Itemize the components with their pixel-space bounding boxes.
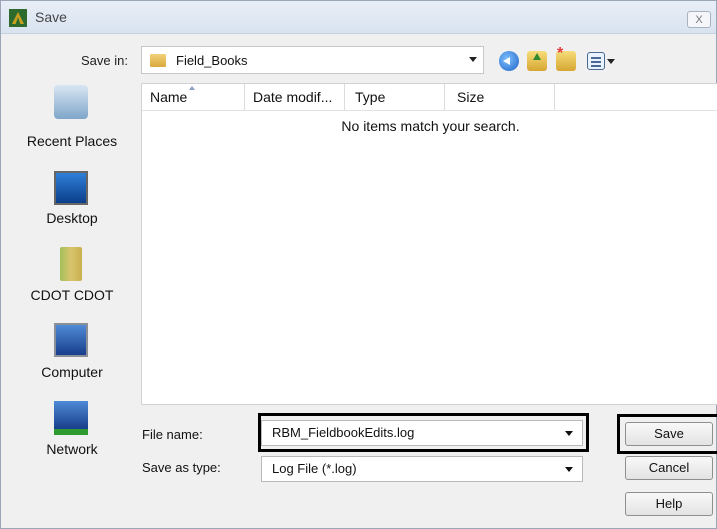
column-header-name[interactable]: Name (142, 84, 245, 110)
place-computer[interactable]: Computer (9, 323, 135, 393)
folder-icon (150, 54, 166, 67)
desktop-icon (54, 171, 88, 205)
up-folder-icon[interactable] (527, 51, 547, 71)
save-as-type-value: Log File (*.log) (272, 461, 357, 476)
file-list[interactable]: Name Date modif... Type Size No items ma… (141, 83, 717, 405)
place-network[interactable]: Network (9, 401, 135, 471)
help-button[interactable]: Help (625, 492, 713, 516)
recent-places-icon (54, 85, 88, 119)
back-icon[interactable] (499, 51, 519, 71)
network-icon (54, 401, 88, 435)
place-user-folder[interactable]: CDOT CDOT (9, 247, 135, 317)
views-menu-icon[interactable] (587, 52, 605, 70)
place-label: Network (46, 441, 98, 457)
cancel-button[interactable]: Cancel (625, 456, 713, 480)
dialog-title: Save (35, 9, 67, 25)
place-label: Computer (41, 364, 103, 380)
computer-icon (54, 323, 88, 357)
chevron-down-icon[interactable] (607, 59, 615, 64)
empty-message: No items match your search. (341, 118, 520, 134)
save-as-type-dropdown[interactable]: Log File (*.log) (261, 456, 583, 482)
chevron-down-icon (469, 57, 477, 62)
sort-ascending-icon (189, 86, 195, 90)
place-label: CDOT CDOT (30, 287, 114, 303)
column-header-type[interactable]: Type (345, 84, 445, 110)
place-desktop[interactable]: Desktop (9, 171, 135, 241)
new-folder-icon[interactable] (556, 45, 576, 71)
column-header-size[interactable]: Size (445, 84, 555, 110)
file-name-input[interactable]: RBM_FieldbookEdits.log (261, 420, 583, 446)
title-bar: Save X (1, 1, 716, 34)
save-in-label: Save in: (81, 53, 128, 68)
user-folder-icon (60, 247, 82, 281)
column-header-date-modified[interactable]: Date modif... (245, 84, 345, 110)
save-dialog: Save X Save in: Field_Books Recent Place… (0, 0, 717, 529)
save-in-value: Field_Books (176, 53, 248, 68)
chevron-down-icon (565, 467, 573, 472)
chevron-down-icon[interactable] (565, 431, 573, 436)
file-name-label: File name: (142, 427, 203, 442)
close-button[interactable]: X (687, 11, 711, 28)
place-label: Recent Places (26, 133, 118, 149)
places-bar: Recent Places Desktop CDOT CDOT Computer… (9, 85, 135, 485)
place-label: Desktop (46, 210, 98, 226)
file-name-value: RBM_FieldbookEdits.log (272, 425, 415, 440)
column-header-label: Name (150, 89, 188, 105)
place-recent-places[interactable]: Recent Places (9, 85, 135, 155)
column-header-row: Name Date modif... Type Size (142, 84, 717, 111)
save-button[interactable]: Save (625, 422, 713, 446)
save-in-dropdown[interactable]: Field_Books (141, 46, 484, 74)
app-icon (9, 9, 27, 27)
save-as-type-label: Save as type: (142, 460, 221, 475)
